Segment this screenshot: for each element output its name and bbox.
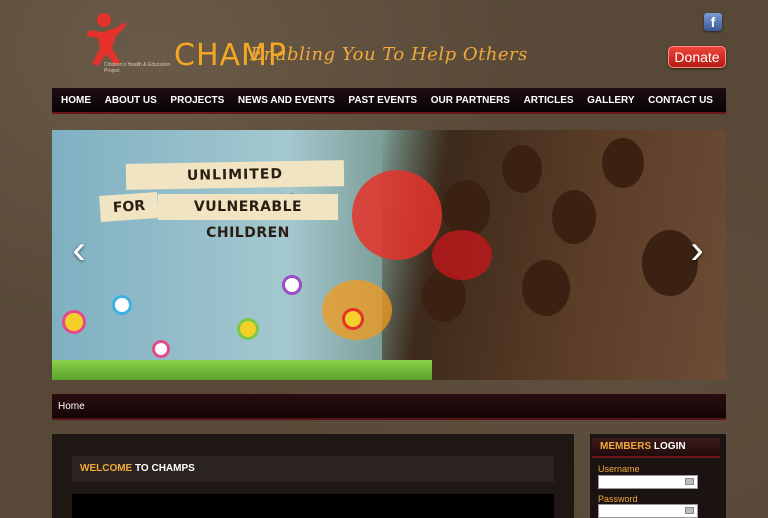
nav-item-news-and-events[interactable]: NEWS AND EVENTS bbox=[238, 95, 335, 106]
tagline: Enabling You To Help Others bbox=[250, 44, 528, 65]
welcome-rest: TO CHAMPS bbox=[132, 463, 195, 474]
nav-item-gallery[interactable]: GALLERY bbox=[587, 95, 634, 106]
login-title-highlight: MEMBERS bbox=[600, 441, 652, 452]
logo-subtext: Children's Health & Education Project bbox=[104, 62, 171, 74]
donate-button[interactable]: Donate bbox=[668, 46, 726, 68]
login-title: MEMBERS LOGIN bbox=[592, 438, 720, 458]
flower-icon bbox=[237, 318, 259, 340]
grass bbox=[52, 360, 432, 380]
banner-line2: VULNERABLE CHILDREN bbox=[158, 194, 338, 241]
hero-slider: UNLIMITED POSSIBILITIES FOR VULNERABLE C… bbox=[52, 130, 726, 380]
members-login-panel: MEMBERS LOGIN Username Password bbox=[590, 434, 726, 518]
facebook-icon[interactable]: f bbox=[704, 13, 722, 31]
keyboard-icon bbox=[685, 478, 694, 485]
flower-icon bbox=[152, 340, 170, 358]
nav-item-home[interactable]: HOME bbox=[61, 95, 91, 106]
child-face bbox=[552, 190, 596, 244]
welcome-body bbox=[72, 494, 554, 518]
login-title-rest: LOGIN bbox=[651, 441, 686, 452]
paint-splatter bbox=[432, 230, 492, 280]
breadcrumb-home[interactable]: Home bbox=[58, 401, 85, 412]
chevron-left-icon[interactable]: ‹ bbox=[66, 230, 92, 270]
password-input[interactable] bbox=[598, 504, 698, 518]
child-face bbox=[522, 260, 570, 316]
flower-icon bbox=[112, 295, 132, 315]
keyboard-icon bbox=[685, 507, 694, 514]
flower-icon bbox=[282, 275, 302, 295]
username-label: Username bbox=[598, 464, 640, 474]
champ-logo[interactable]: CHAMP Children's Health & Education Proj… bbox=[52, 10, 286, 76]
nav-item-past-events[interactable]: PAST EVENTS bbox=[348, 95, 417, 106]
flower-icon bbox=[342, 308, 364, 330]
child-face bbox=[602, 138, 644, 188]
welcome-heading: WELCOME TO CHAMPS bbox=[72, 456, 554, 482]
nav-item-contact-us[interactable]: CONTACT US bbox=[648, 95, 713, 106]
main-nav: HOME ABOUT US PROJECTS NEWS AND EVENTS P… bbox=[52, 88, 726, 114]
nav-item-articles[interactable]: ARTICLES bbox=[524, 95, 574, 106]
password-label: Password bbox=[598, 494, 638, 504]
chevron-right-icon[interactable]: › bbox=[684, 230, 710, 270]
banner-line1: UNLIMITED POSSIBILITIES bbox=[125, 160, 345, 210]
banner-for: FOR bbox=[99, 192, 159, 222]
flower-icon bbox=[62, 310, 86, 334]
welcome-highlight: WELCOME bbox=[80, 463, 133, 474]
main-content: WELCOME TO CHAMPS bbox=[52, 434, 574, 518]
nav-item-our-partners[interactable]: OUR PARTNERS bbox=[431, 95, 510, 106]
child-face bbox=[502, 145, 542, 193]
username-input[interactable] bbox=[598, 475, 698, 489]
nav-item-about-us[interactable]: ABOUT US bbox=[105, 95, 157, 106]
breadcrumb: Home bbox=[52, 394, 726, 420]
paint-splatter bbox=[352, 170, 442, 260]
nav-item-projects[interactable]: PROJECTS bbox=[170, 95, 224, 106]
